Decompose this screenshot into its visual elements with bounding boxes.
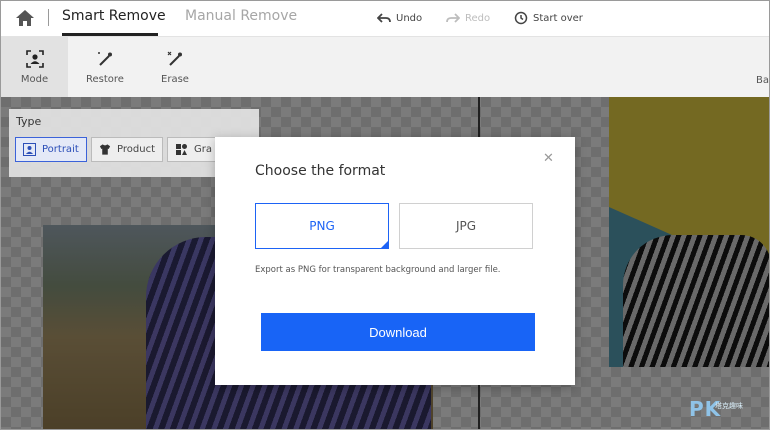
export-format-dialog: Choose the format ✕ PNG JPG Export as PN… xyxy=(215,137,575,385)
tool-erase-label: Erase xyxy=(161,74,189,85)
type-graphic-label: Gra xyxy=(194,144,212,155)
history-icon xyxy=(514,11,528,25)
dialog-title: Choose the format xyxy=(255,163,386,179)
tab-smart-remove[interactable]: Smart Remove xyxy=(62,8,166,24)
format-hint: Export as PNG for transparent background… xyxy=(255,265,501,275)
download-button[interactable]: Download xyxy=(261,313,535,351)
redo-label: Redo xyxy=(465,12,491,24)
type-product-label: Product xyxy=(117,144,155,155)
tool-restore[interactable]: Restore xyxy=(75,37,135,98)
portrait-icon xyxy=(23,143,36,156)
type-panel-title: Type xyxy=(16,115,42,128)
start-over-label: Start over xyxy=(533,12,583,24)
redo-button[interactable]: Redo xyxy=(446,11,490,25)
tool-restore-label: Restore xyxy=(86,74,124,85)
watermark-subtext: 塔克趣味 xyxy=(715,402,743,410)
background-tool-label[interactable]: Ba xyxy=(756,75,769,86)
undo-label: Undo xyxy=(396,12,423,24)
shirt-icon xyxy=(99,144,111,155)
app-window: Smart Remove Manual Remove Undo Redo Sta… xyxy=(0,0,770,430)
undo-icon xyxy=(377,13,391,23)
type-product-option[interactable]: Product xyxy=(91,137,163,162)
undo-button[interactable]: Undo xyxy=(377,11,422,25)
format-png-label: PNG xyxy=(309,219,335,233)
tool-mode-label: Mode xyxy=(20,74,49,85)
brush-icon xyxy=(98,52,112,66)
tab-manual-remove[interactable]: Manual Remove xyxy=(185,8,297,24)
top-bar: Smart Remove Manual Remove Undo Redo Sta… xyxy=(1,1,769,36)
format-png-option[interactable]: PNG xyxy=(255,203,389,249)
eraser-icon xyxy=(167,51,182,66)
divider xyxy=(48,9,49,26)
start-over-button[interactable]: Start over xyxy=(514,11,583,25)
person-frame-icon xyxy=(25,50,44,68)
type-portrait-option[interactable]: Portrait xyxy=(15,137,87,162)
tool-bar: Mode Restore Erase Ba xyxy=(1,36,769,98)
close-icon[interactable]: ✕ xyxy=(543,151,554,166)
redo-icon xyxy=(446,13,460,23)
format-jpg-option[interactable]: JPG xyxy=(399,203,533,249)
tool-mode[interactable]: Mode xyxy=(1,37,68,98)
tool-erase[interactable]: Erase xyxy=(145,37,205,98)
home-icon[interactable] xyxy=(15,9,35,27)
type-portrait-label: Portrait xyxy=(42,144,79,155)
shapes-icon xyxy=(176,144,187,155)
format-jpg-label: JPG xyxy=(455,219,477,233)
